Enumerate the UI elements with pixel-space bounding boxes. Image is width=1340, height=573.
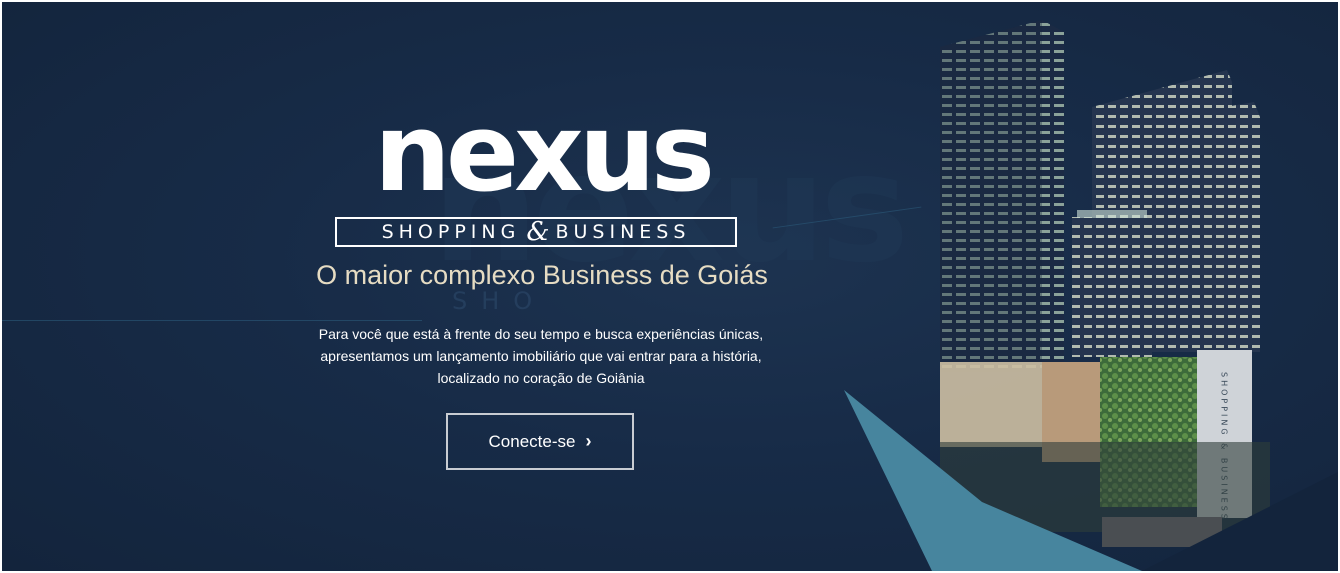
- description-line: apresentamos um lançamento imobiliário q…: [320, 348, 762, 364]
- nexus-logo: nexus SHOPPING & BUSINESS: [332, 91, 752, 247]
- description-line: localizado no coração de Goiânia: [437, 370, 645, 386]
- cta-label: Conecte-se: [488, 431, 576, 451]
- logo-wordmark: nexus: [374, 91, 715, 216]
- buildings-illustration: SHOPPING & BUSINESS: [844, 20, 1338, 571]
- conecte-se-button[interactable]: Conecte-se ›: [446, 413, 634, 470]
- logo-sub-business: BUSINESS: [555, 221, 691, 243]
- hero-banner: nexus SHO nexus SHOPPING & BUSINESS O ma…: [2, 2, 1338, 571]
- logo-sub-shopping: SHOPPING: [381, 221, 521, 243]
- background-watermark-sub: SHO: [452, 287, 547, 315]
- decorative-line: [2, 320, 422, 321]
- logo-sub-ampersand: &: [526, 217, 550, 247]
- description-line: Para você que está à frente do seu tempo…: [318, 326, 764, 342]
- chevron-right-icon: ›: [585, 431, 592, 451]
- hero-description: Para você que está à frente do seu tempo…: [262, 323, 820, 389]
- logo-subtitle-box: SHOPPING & BUSINESS: [335, 217, 737, 247]
- hero-tagline: O maior complexo Business de Goiás: [316, 260, 768, 290]
